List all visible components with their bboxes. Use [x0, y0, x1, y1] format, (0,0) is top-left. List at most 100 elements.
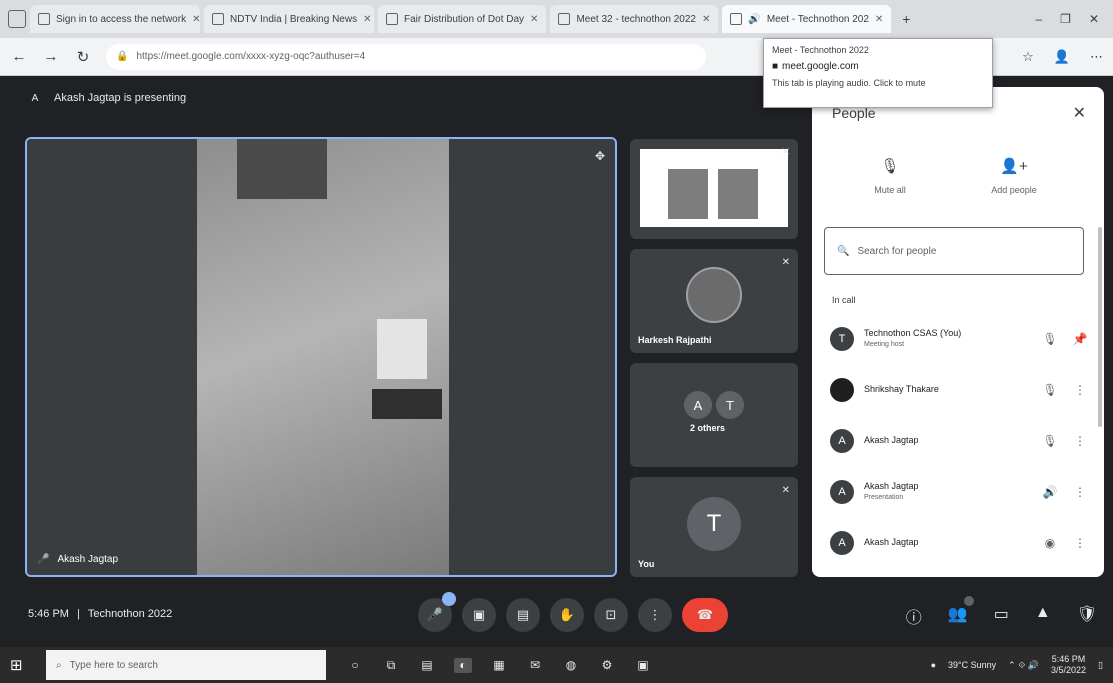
people-icon[interactable]: 👥 — [948, 596, 974, 628]
mic-icon: 🎤 — [37, 554, 50, 565]
more-options-icon[interactable]: ⋮ — [1070, 383, 1090, 397]
info-icon[interactable]: ⓘ — [906, 604, 922, 628]
cortana-icon[interactable]: ○ — [346, 658, 364, 673]
taskbar-search-placeholder: Type here to search — [69, 659, 158, 671]
more-menu-icon[interactable]: ⋯ — [1090, 49, 1103, 65]
volume-icon[interactable]: 🔊 — [1040, 485, 1060, 499]
list-item[interactable]: A Akash Jagtap ◉ ⋮ — [812, 517, 1104, 568]
clock[interactable]: 5:46 PM 3/5/2022 — [1051, 654, 1086, 676]
taskbar-search-input[interactable]: ⌕ Type here to search — [46, 650, 326, 680]
lock-icon: 🔒 — [116, 51, 129, 62]
video-region-light — [377, 319, 427, 379]
letterbox-right — [449, 139, 615, 575]
close-icon[interactable]: ✕ — [1073, 103, 1086, 123]
mute-all-button[interactable]: 🎙 Mute all — [840, 157, 940, 195]
task-view-icon[interactable]: ⧉ — [382, 658, 400, 673]
list-item[interactable]: A Akash Jagtap Presentation 🔊 ⋮ — [812, 466, 1104, 517]
side-controls: ⓘ 👥 ▭ ▲ 🛡 — [906, 596, 1097, 628]
presentation-thumbnail-tile[interactable]: ✕ — [630, 139, 798, 239]
browser-tab-1[interactable]: Sign in to access the network ✕ — [30, 5, 200, 33]
mail-icon[interactable]: ✉ — [526, 658, 544, 673]
browser-tab-meet[interactable]: 🔊 Meet - Technothon 202 ✕ — [722, 5, 892, 33]
tab-close-icon[interactable]: ✕ — [363, 14, 371, 25]
mic-off-icon[interactable]: 🎙 — [1040, 383, 1060, 397]
avatar: A — [830, 428, 854, 453]
mic-off-icon[interactable]: 🎙 — [1040, 434, 1060, 448]
tab-label: Meet 32 - technothon 2022 — [576, 13, 696, 25]
forward-arrow-icon[interactable]: → — [42, 48, 60, 65]
raise-hand-button[interactable]: ✋ — [550, 598, 584, 632]
edge-browser-icon[interactable]: ◐ — [454, 657, 472, 673]
add-people-button[interactable]: 👤+ Add people — [964, 157, 1064, 195]
self-tile[interactable]: T ✕ You — [630, 477, 798, 577]
chat-icon[interactable]: ▭ — [994, 604, 1009, 628]
search-placeholder: Search for people — [857, 245, 937, 257]
participant-avatar — [686, 267, 742, 323]
tray-icons[interactable]: ⌃ ⟐ 🔊 — [1008, 660, 1039, 671]
participant-list: T Technothon CSAS (You) Meeting host 🎙 📌… — [812, 313, 1104, 568]
browser-tab-4[interactable]: Meet 32 - technothon 2022 ✕ — [550, 5, 719, 33]
back-arrow-icon[interactable]: ← — [10, 48, 28, 65]
mic-toggle-button[interactable]: 🎤 — [418, 592, 456, 632]
main-tile-name: 🎤 Akash Jagtap — [37, 554, 118, 565]
participant-name: Akash Jagtap Presentation — [864, 481, 1030, 502]
meeting-time: 5:46 PM — [28, 608, 69, 620]
participant-name: Shrikshay Thakare — [864, 384, 1030, 396]
maximize-icon[interactable]: ❐ — [1060, 12, 1071, 26]
weather-text[interactable]: 39°C Sunny — [948, 660, 996, 670]
slide-photo — [668, 169, 708, 219]
tab-close-icon[interactable]: ✕ — [192, 14, 200, 25]
video-region-dark — [237, 139, 327, 199]
address-bar[interactable]: 🔒 https://meet.google.com/xxxx-xyzg-oqc?… — [106, 43, 706, 70]
tab-close-icon[interactable]: ✕ — [875, 14, 883, 25]
favorites-icon[interactable]: ☆ — [1022, 49, 1034, 65]
refresh-icon[interactable]: ↻ — [74, 48, 92, 66]
more-options-button[interactable]: ⋮ — [638, 598, 672, 632]
list-item[interactable]: A Akash Jagtap 🎙 ⋮ — [812, 415, 1104, 466]
more-options-icon[interactable]: ⋮ — [1070, 434, 1090, 448]
minimize-icon[interactable]: – — [1035, 12, 1042, 26]
leave-call-button[interactable]: ☎ — [682, 598, 728, 632]
notifications-icon[interactable]: ▯ — [1098, 660, 1103, 671]
profile-icon[interactable]: 👤 — [1054, 49, 1070, 65]
captions-button[interactable]: ▤ — [506, 598, 540, 632]
participant-name-text: Shrikshay Thakare — [864, 383, 939, 394]
list-item[interactable]: Shrikshay Thakare 🎙 ⋮ — [812, 364, 1104, 415]
file-explorer-icon[interactable]: ▤ — [418, 658, 436, 673]
weather-icon: ● — [930, 660, 937, 670]
speaking-icon[interactable]: ◉ — [1040, 536, 1060, 550]
windows-start-icon[interactable]: ⊞ — [10, 656, 32, 674]
others-tile[interactable]: A T 2 others — [630, 363, 798, 467]
browser-tab-3[interactable]: Fair Distribution of Dot Day ✕ — [378, 5, 547, 33]
slide-photo — [718, 169, 758, 219]
list-item[interactable]: T Technothon CSAS (You) Meeting host 🎙 📌 — [812, 313, 1104, 364]
search-input[interactable]: 🔍 Search for people — [824, 227, 1084, 275]
browser-tab-2[interactable]: NDTV India | Breaking News ✕ — [204, 5, 374, 33]
mic-off-icon: ✕ — [781, 147, 790, 158]
mute-all-label: Mute all — [874, 185, 906, 195]
pin-icon[interactable]: ✥ — [595, 149, 605, 163]
pin-icon[interactable]: 📌 — [1070, 332, 1090, 346]
mic-off-icon[interactable]: 🎙 — [1040, 332, 1060, 346]
settings-icon[interactable]: ⚙ — [598, 658, 616, 673]
close-window-icon[interactable]: ✕ — [1089, 12, 1099, 26]
more-options-icon[interactable]: ⋮ — [1070, 536, 1090, 550]
host-controls-icon[interactable]: 🛡 — [1077, 604, 1097, 628]
more-options-icon[interactable]: ⋮ — [1070, 485, 1090, 499]
photos-icon[interactable]: ▣ — [634, 658, 652, 673]
camera-toggle-button[interactable]: ▣ — [462, 598, 496, 632]
participant-tile[interactable]: ✕ Harkesh Rajpathi — [630, 249, 798, 353]
store-icon[interactable]: ▦ — [490, 658, 508, 673]
chrome-icon[interactable]: ◍ — [562, 658, 580, 673]
activities-icon[interactable]: ▲ — [1035, 604, 1051, 628]
new-tab-button[interactable]: + — [895, 8, 917, 30]
search-icon: ⌕ — [56, 659, 62, 671]
tab-label: Fair Distribution of Dot Day — [404, 13, 525, 25]
tab-favicon-icon — [386, 13, 398, 25]
mic-off-icon: ✕ — [781, 485, 790, 496]
tab-actions-icon[interactable] — [8, 10, 26, 28]
tab-close-icon[interactable]: ✕ — [530, 14, 538, 25]
main-video-tile[interactable]: ✥ 🎤 Akash Jagtap — [25, 137, 617, 577]
tab-close-icon[interactable]: ✕ — [702, 14, 710, 25]
present-button[interactable]: ⊡ — [594, 598, 628, 632]
